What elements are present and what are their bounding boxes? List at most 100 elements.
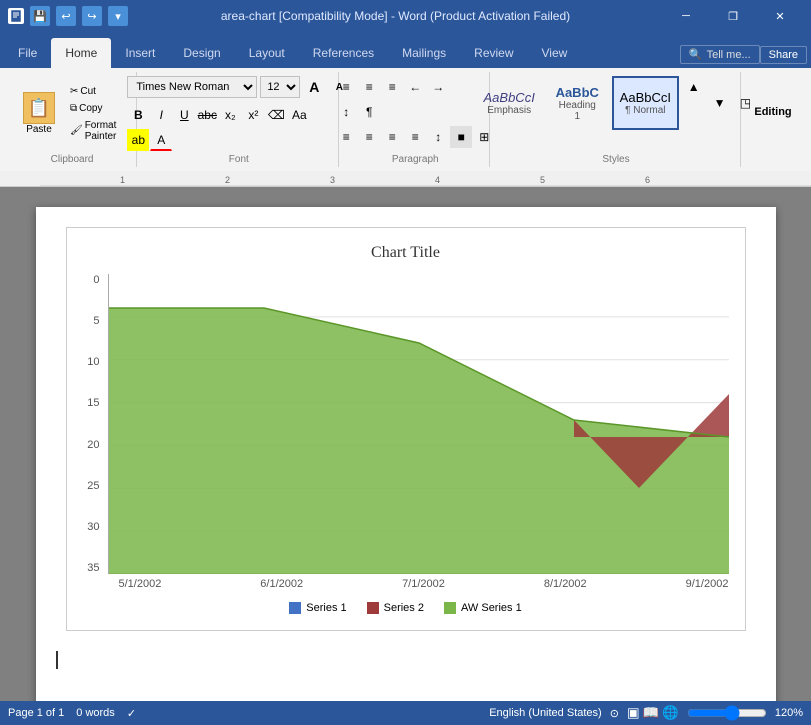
ribbon-tabs-bar: File Home Insert Design Layout Reference… bbox=[0, 32, 811, 68]
chart-x-axis: 5/1/2002 6/1/2002 7/1/2002 8/1/2002 9/1/… bbox=[83, 578, 729, 590]
save-button[interactable]: 💾 bbox=[30, 6, 50, 26]
ribbon-content: 📋 Paste ✂ Cut ⧉ Copy 🖌 bbox=[0, 68, 811, 171]
language[interactable]: English (United States) bbox=[489, 707, 602, 719]
italic-button[interactable]: I bbox=[150, 104, 172, 126]
print-view-button[interactable]: ▣ bbox=[627, 705, 640, 721]
highlight-button[interactable]: ab bbox=[127, 129, 149, 151]
view-buttons: ▣ 📖 🌐 bbox=[627, 705, 679, 721]
clear-format-button[interactable]: ⌫ bbox=[265, 104, 287, 126]
numbering-button[interactable]: ≡ bbox=[358, 76, 380, 98]
font-color-button[interactable]: A bbox=[150, 129, 172, 151]
paste-icon: 📋 bbox=[23, 92, 55, 124]
chart-y-axis: 35 30 25 20 15 10 5 0 bbox=[83, 274, 108, 574]
read-view-button[interactable]: 📖 bbox=[643, 705, 660, 721]
svg-text:1: 1 bbox=[120, 175, 125, 185]
font-group-label: Font bbox=[139, 154, 338, 165]
align-center-button[interactable]: ≡ bbox=[358, 126, 380, 148]
svg-text:5: 5 bbox=[540, 175, 545, 185]
restore-button[interactable]: ❐ bbox=[710, 0, 756, 32]
decrease-indent-button[interactable]: ← bbox=[404, 76, 426, 98]
copy-icon: ⧉ bbox=[70, 103, 77, 114]
clipboard-group: 📋 Paste ✂ Cut ⧉ Copy 🖌 bbox=[8, 72, 137, 167]
style-heading1[interactable]: AaBbC Heading 1 bbox=[547, 76, 608, 130]
copy-button[interactable]: ⧉ Copy bbox=[66, 101, 130, 116]
zoom-level: 120% bbox=[775, 707, 803, 719]
styles-scroll-up[interactable]: ▲ bbox=[683, 76, 705, 98]
window-title: area-chart [Compatibility Mode] - Word (… bbox=[128, 9, 663, 23]
proofread-icon[interactable]: ✓ bbox=[127, 707, 136, 720]
chart-plot-area bbox=[108, 274, 729, 574]
legend-series1-color bbox=[289, 602, 301, 614]
cut-button[interactable]: ✂ Cut bbox=[66, 84, 130, 99]
tab-references[interactable]: References bbox=[299, 38, 388, 68]
chart-legend: Series 1 Series 2 AW Series 1 bbox=[83, 602, 729, 614]
line-spacing-button[interactable]: ↕ bbox=[427, 126, 449, 148]
underline-button[interactable]: U bbox=[173, 104, 195, 126]
style-emphasis[interactable]: AaBbCcI Emphasis bbox=[476, 76, 543, 130]
tab-insert[interactable]: Insert bbox=[111, 38, 169, 68]
zoom-slider[interactable] bbox=[687, 705, 767, 721]
tab-layout[interactable]: Layout bbox=[235, 38, 299, 68]
font-group: Times New Roman 12 A A B I U abc x₂ bbox=[139, 72, 339, 167]
justify-button[interactable]: ≡ bbox=[404, 126, 426, 148]
ruler: 1 2 3 4 5 6 bbox=[0, 171, 811, 187]
scissors-icon: ✂ bbox=[70, 86, 78, 97]
text-cursor bbox=[56, 651, 58, 669]
tab-file[interactable]: File bbox=[4, 38, 51, 68]
font-family-select[interactable]: Times New Roman bbox=[127, 76, 257, 98]
editing-label: Editing bbox=[754, 106, 791, 118]
bold-button[interactable]: B bbox=[127, 104, 149, 126]
svg-text:3: 3 bbox=[330, 175, 335, 185]
subscript-button[interactable]: x₂ bbox=[219, 104, 241, 126]
tab-mailings[interactable]: Mailings bbox=[388, 38, 460, 68]
tab-review[interactable]: Review bbox=[460, 38, 527, 68]
styles-scroll-down[interactable]: ▼ bbox=[709, 92, 731, 114]
document-page: Chart Title 35 30 25 20 15 10 5 0 bbox=[36, 207, 776, 725]
editing-group: Editing bbox=[743, 72, 803, 167]
sort-button[interactable]: ↕ bbox=[335, 101, 357, 123]
web-view-button[interactable]: 🌐 bbox=[662, 705, 679, 721]
tab-home[interactable]: Home bbox=[51, 38, 111, 68]
format-painter-button[interactable]: 🖌 Format Painter bbox=[66, 118, 130, 144]
styles-group: AaBbCcI Emphasis AaBbC Heading 1 AaBbCcI… bbox=[492, 72, 741, 167]
case-button[interactable]: Aa bbox=[288, 104, 310, 126]
document-scroll-area[interactable]: Chart Title 35 30 25 20 15 10 5 0 bbox=[0, 187, 811, 725]
tab-design[interactable]: Design bbox=[169, 38, 234, 68]
redo-button[interactable]: ↪ bbox=[82, 6, 102, 26]
shading-button[interactable]: ■ bbox=[450, 126, 472, 148]
chart-title: Chart Title bbox=[83, 244, 729, 262]
paste-button[interactable]: 📋 Paste bbox=[16, 87, 62, 140]
svg-text:6: 6 bbox=[645, 175, 650, 185]
legend-series2: Series 2 bbox=[367, 602, 424, 614]
status-bar: Page 1 of 1 0 words ✓ English (United St… bbox=[0, 701, 811, 725]
tell-me-button[interactable]: 🔍 Tell me... bbox=[680, 45, 760, 64]
chart-svg bbox=[109, 274, 729, 574]
share-button[interactable]: Share bbox=[760, 46, 807, 64]
superscript-button[interactable]: x² bbox=[242, 104, 264, 126]
tab-view[interactable]: View bbox=[528, 38, 582, 68]
strikethrough-button[interactable]: abc bbox=[196, 104, 218, 126]
record-icon[interactable]: ⊙ bbox=[610, 707, 619, 720]
multilevel-button[interactable]: ≡ bbox=[381, 76, 403, 98]
style-normal[interactable]: AaBbCcI ¶ Normal bbox=[612, 76, 679, 130]
app-icon bbox=[8, 8, 24, 24]
word-count: 0 words bbox=[76, 707, 115, 720]
close-button[interactable]: ✕ bbox=[757, 0, 803, 32]
font-size-select[interactable]: 12 bbox=[260, 76, 300, 98]
bullets-button[interactable]: ≡ bbox=[335, 76, 357, 98]
grow-font-button[interactable]: A bbox=[303, 76, 325, 98]
paragraph-group: ≡ ≡ ≡ ← → ↕ ¶ ≡ ≡ ≡ ≡ ↕ bbox=[341, 72, 490, 167]
undo-button[interactable]: ↩ bbox=[56, 6, 76, 26]
increase-indent-button[interactable]: → bbox=[427, 76, 449, 98]
clipboard-label: Clipboard bbox=[8, 154, 136, 165]
minimize-button[interactable]: ─ bbox=[663, 0, 709, 32]
align-right-button[interactable]: ≡ bbox=[381, 126, 403, 148]
legend-aw-series1: AW Series 1 bbox=[444, 602, 522, 614]
legend-aw-series1-color bbox=[444, 602, 456, 614]
legend-series2-color bbox=[367, 602, 379, 614]
show-hide-button[interactable]: ¶ bbox=[358, 101, 380, 123]
paragraph-group-label: Paragraph bbox=[341, 154, 489, 165]
styles-group-label: Styles bbox=[492, 154, 740, 165]
quick-access-more-button[interactable]: ▾ bbox=[108, 6, 128, 26]
align-left-button[interactable]: ≡ bbox=[335, 126, 357, 148]
